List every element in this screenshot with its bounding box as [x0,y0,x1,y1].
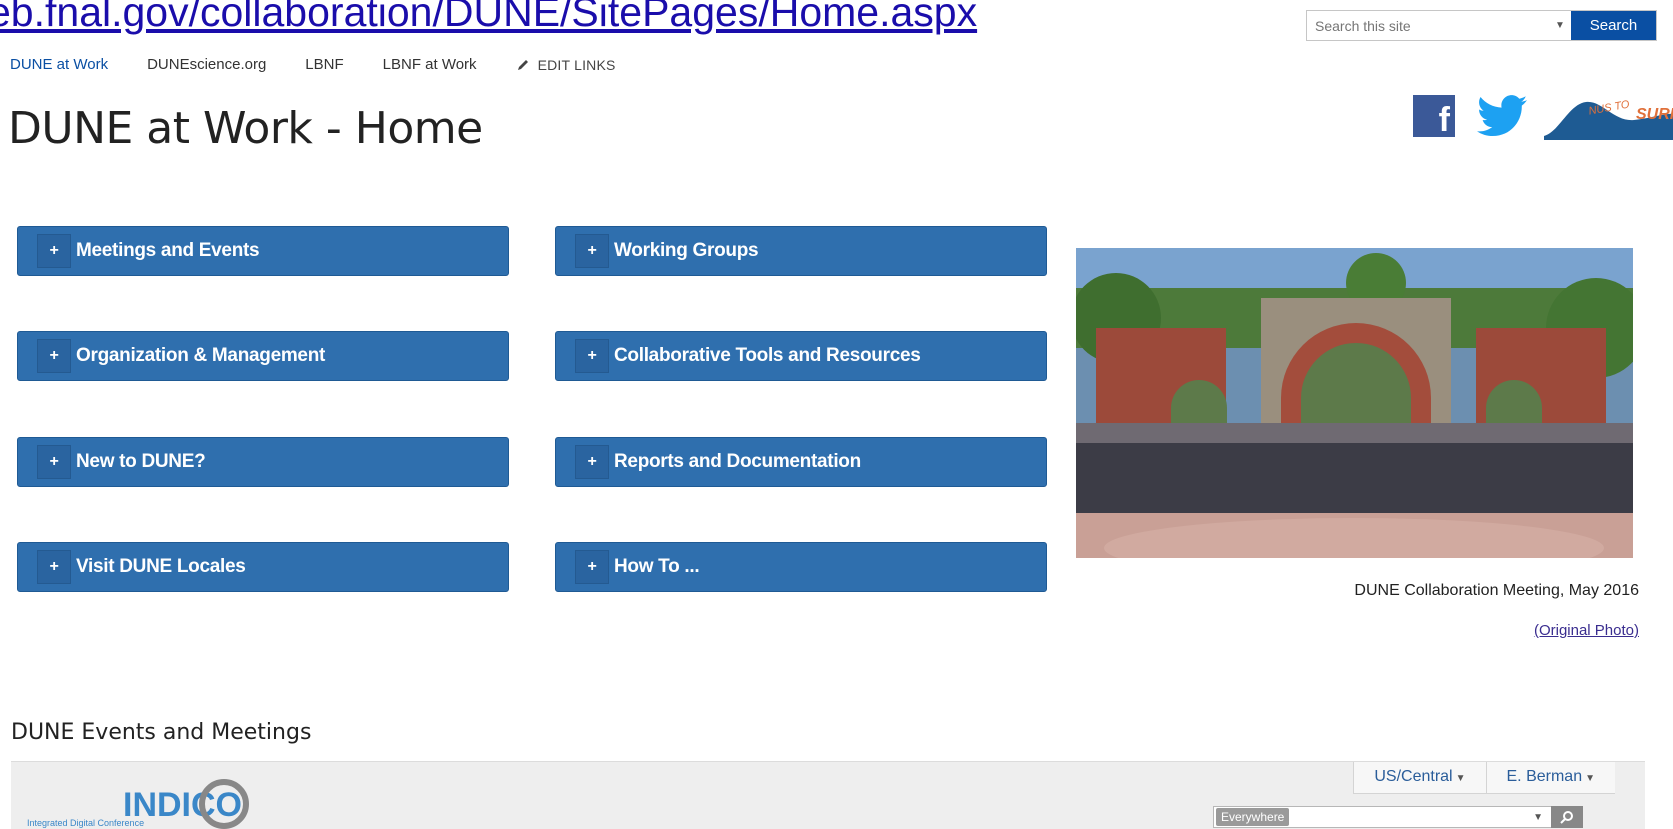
indico-user-tabs: US/Central ▼ E. Berman ▼ [1353,762,1615,794]
accordion-label: New to DUNE? [76,451,206,472]
collaboration-group-photo [1076,248,1633,558]
original-photo-link[interactable]: (Original Photo) [1534,622,1639,639]
chevron-down-icon: ▼ [1455,773,1466,784]
events-section-heading: DUNE Events and Meetings [11,720,312,745]
accordion-working-groups[interactable]: + Working Groups [555,226,1047,276]
accordion-visit-dune-locales[interactable]: + Visit DUNE Locales [17,542,509,592]
page-title: DUNE at Work - Home [8,103,483,154]
expand-plus-icon: + [575,550,609,584]
accordion-collaborative-tools[interactable]: + Collaborative Tools and Resources [555,331,1047,381]
accordion-organization-management[interactable]: + Organization & Management [17,331,509,381]
pencil-icon [517,59,528,70]
nav-item-lbnf[interactable]: LBNF [305,56,343,73]
search-button[interactable]: Search [1571,11,1656,40]
facebook-icon[interactable]: f [1413,95,1455,137]
site-search-box: ▼ Search [1306,10,1657,41]
chevron-down-icon[interactable]: ▼ [1533,812,1543,823]
expand-plus-icon: + [575,234,609,268]
site-search-input[interactable] [1307,11,1549,40]
search-scope-label[interactable]: Everywhere [1216,808,1290,826]
social-links: f NUS TO SURF [1413,92,1673,140]
accordion-label: Reports and Documentation [614,451,861,472]
svg-text:SURF: SURF [1636,106,1673,123]
indico-search-box[interactable]: Everywhere ▼ [1213,806,1583,828]
indico-logo[interactable]: INDICO Integrated Digital Conference [27,774,267,829]
accordion-new-to-dune[interactable]: + New to DUNE? [17,437,509,487]
expand-plus-icon: + [37,445,71,479]
accordion-label: Visit DUNE Locales [76,556,246,577]
nav-item-lbnf-at-work[interactable]: LBNF at Work [383,56,477,73]
edit-links-button[interactable]: EDIT LINKS [516,57,616,73]
edit-links-label: EDIT LINKS [537,56,616,73]
surf-logo[interactable]: NUS TO SURF [1544,92,1673,140]
accordion-label: Meetings and Events [76,240,260,261]
expand-plus-icon: + [575,445,609,479]
svg-text:Integrated Digital Conference: Integrated Digital Conference [27,818,144,828]
nav-item-dune-at-work[interactable]: DUNE at Work [10,56,108,73]
expand-plus-icon: + [575,339,609,373]
chevron-down-icon: ▼ [1585,773,1595,784]
accordion-how-to[interactable]: + How To ... [555,542,1047,592]
accordion-label: Working Groups [614,240,759,261]
accordion-label: Organization & Management [76,345,326,366]
indico-embed-header: INDICO Integrated Digital Conference US/… [11,761,1645,829]
search-icon[interactable] [1551,806,1583,828]
expand-plus-icon: + [37,550,71,584]
accordion-label: How To ... [614,556,700,577]
twitter-icon[interactable] [1477,95,1527,137]
accordion-label: Collaborative Tools and Resources [614,345,921,366]
top-navigation: DUNE at Work DUNEscience.org LBNF LBNF a… [10,56,616,73]
photo-caption: DUNE Collaboration Meeting, May 2016 [1354,582,1639,599]
nav-item-dunescience[interactable]: DUNEscience.org [147,56,266,73]
timezone-selector[interactable]: US/Central ▼ [1353,762,1486,794]
accordion-reports-documentation[interactable]: + Reports and Documentation [555,437,1047,487]
browser-url-text[interactable]: eb.fnal.gov/collaboration/DUNE/SitePages… [0,0,977,36]
search-scope-dropdown-icon[interactable]: ▼ [1549,11,1571,40]
expand-plus-icon: + [37,234,71,268]
expand-plus-icon: + [37,339,71,373]
user-menu[interactable]: E. Berman ▼ [1485,762,1615,794]
accordion-meetings-and-events[interactable]: + Meetings and Events [17,226,509,276]
